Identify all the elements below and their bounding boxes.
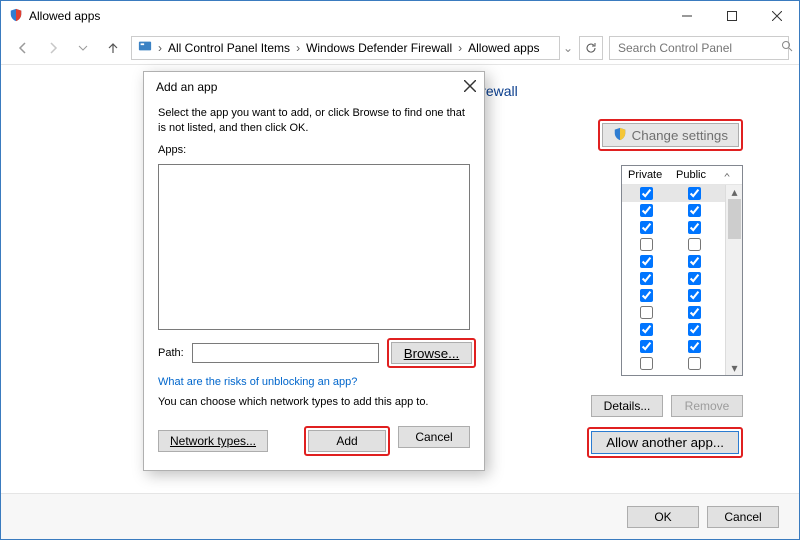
table-row[interactable]: [622, 270, 742, 287]
risks-link[interactable]: What are the risks of unblocking an app?: [158, 376, 470, 388]
titlebar: Allowed apps: [1, 1, 799, 31]
private-checkbox[interactable]: [640, 289, 653, 302]
apps-table: Private Public ▴ ▾: [621, 165, 743, 376]
back-button[interactable]: [11, 36, 35, 60]
scroll-up-button[interactable]: ▴: [726, 185, 742, 199]
private-checkbox[interactable]: [640, 204, 653, 217]
private-checkbox[interactable]: [640, 238, 653, 251]
private-checkbox[interactable]: [640, 306, 653, 319]
scroll-down-button[interactable]: ▾: [726, 361, 742, 375]
footer: OK Cancel: [1, 493, 799, 539]
public-checkbox[interactable]: [688, 357, 701, 370]
column-header-private[interactable]: Private: [622, 166, 670, 184]
private-checkbox[interactable]: [640, 357, 653, 370]
cancel-button[interactable]: Cancel: [707, 506, 779, 528]
ok-button[interactable]: OK: [627, 506, 699, 528]
scrollbar[interactable]: ▴ ▾: [725, 185, 742, 375]
apps-label: Apps:: [158, 144, 470, 156]
highlight-box: Browse...: [387, 338, 477, 368]
change-settings-label: Change settings: [632, 128, 728, 143]
public-checkbox[interactable]: [688, 255, 701, 268]
table-row[interactable]: [622, 304, 742, 321]
breadcrumb[interactable]: Allowed apps: [468, 41, 539, 55]
dialog-instruction: Select the app you want to add, or click…: [158, 106, 470, 136]
table-row[interactable]: [622, 236, 742, 253]
public-checkbox[interactable]: [688, 323, 701, 336]
window-title: Allowed apps: [29, 9, 100, 23]
network-types-note: You can choose which network types to ad…: [158, 396, 470, 408]
public-checkbox[interactable]: [688, 289, 701, 302]
private-checkbox[interactable]: [640, 340, 653, 353]
address-bar[interactable]: › All Control Panel Items › Windows Defe…: [131, 36, 560, 60]
private-checkbox[interactable]: [640, 187, 653, 200]
highlight-box: Allow another app...: [587, 427, 743, 458]
shield-icon: [613, 127, 627, 144]
refresh-button[interactable]: [579, 36, 603, 60]
add-app-dialog: Add an app Select the app you want to ad…: [143, 71, 485, 471]
network-types-button[interactable]: Network types...: [158, 430, 268, 452]
table-row[interactable]: [622, 321, 742, 338]
table-row[interactable]: [622, 219, 742, 236]
breadcrumb[interactable]: Windows Defender Firewall: [306, 41, 452, 55]
up-button[interactable]: [101, 36, 125, 60]
recent-dropdown[interactable]: [71, 36, 95, 60]
public-checkbox[interactable]: [688, 306, 701, 319]
add-button[interactable]: Add: [308, 430, 386, 452]
table-row[interactable]: [622, 202, 742, 219]
public-checkbox[interactable]: [688, 340, 701, 353]
public-checkbox[interactable]: [688, 221, 701, 234]
details-button[interactable]: Details...: [591, 395, 663, 417]
table-row[interactable]: [622, 338, 742, 355]
dialog-cancel-button[interactable]: Cancel: [398, 426, 470, 448]
path-input[interactable]: [192, 343, 379, 363]
dialog-title: Add an app: [156, 80, 217, 94]
table-row[interactable]: [622, 287, 742, 304]
window: Allowed apps › All Control Panel Items ›…: [0, 0, 800, 540]
browse-button[interactable]: Browse...: [391, 342, 473, 364]
private-checkbox[interactable]: [640, 255, 653, 268]
highlight-box: Change settings: [598, 119, 743, 151]
highlight-box: Add: [304, 426, 390, 456]
public-checkbox[interactable]: [688, 238, 701, 251]
control-panel-icon: [138, 39, 152, 56]
private-checkbox[interactable]: [640, 272, 653, 285]
private-checkbox[interactable]: [640, 221, 653, 234]
breadcrumb[interactable]: All Control Panel Items: [168, 41, 290, 55]
maximize-button[interactable]: [709, 1, 754, 31]
column-header-public[interactable]: Public: [670, 166, 718, 184]
public-checkbox[interactable]: [688, 187, 701, 200]
scrollbar-thumb[interactable]: [728, 199, 741, 239]
table-row[interactable]: [622, 355, 742, 372]
public-checkbox[interactable]: [688, 272, 701, 285]
app-icon: [9, 8, 23, 25]
private-checkbox[interactable]: [640, 323, 653, 336]
table-row[interactable]: [622, 253, 742, 270]
search-box[interactable]: [609, 36, 789, 60]
close-button[interactable]: [754, 1, 799, 31]
dialog-close-button[interactable]: [464, 80, 476, 95]
change-settings-button[interactable]: Change settings: [602, 123, 739, 147]
minimize-button[interactable]: [664, 1, 709, 31]
column-scroll-indicator: [718, 166, 736, 184]
navbar: › All Control Panel Items › Windows Defe…: [1, 31, 799, 65]
search-icon: [781, 40, 793, 55]
table-row[interactable]: [622, 185, 742, 202]
forward-button[interactable]: [41, 36, 65, 60]
allow-another-app-button[interactable]: Allow another app...: [591, 431, 739, 454]
public-checkbox[interactable]: [688, 204, 701, 217]
path-label: Path:: [158, 347, 184, 359]
search-input[interactable]: [616, 40, 775, 56]
remove-button[interactable]: Remove: [671, 395, 743, 417]
apps-listbox[interactable]: [158, 164, 470, 330]
